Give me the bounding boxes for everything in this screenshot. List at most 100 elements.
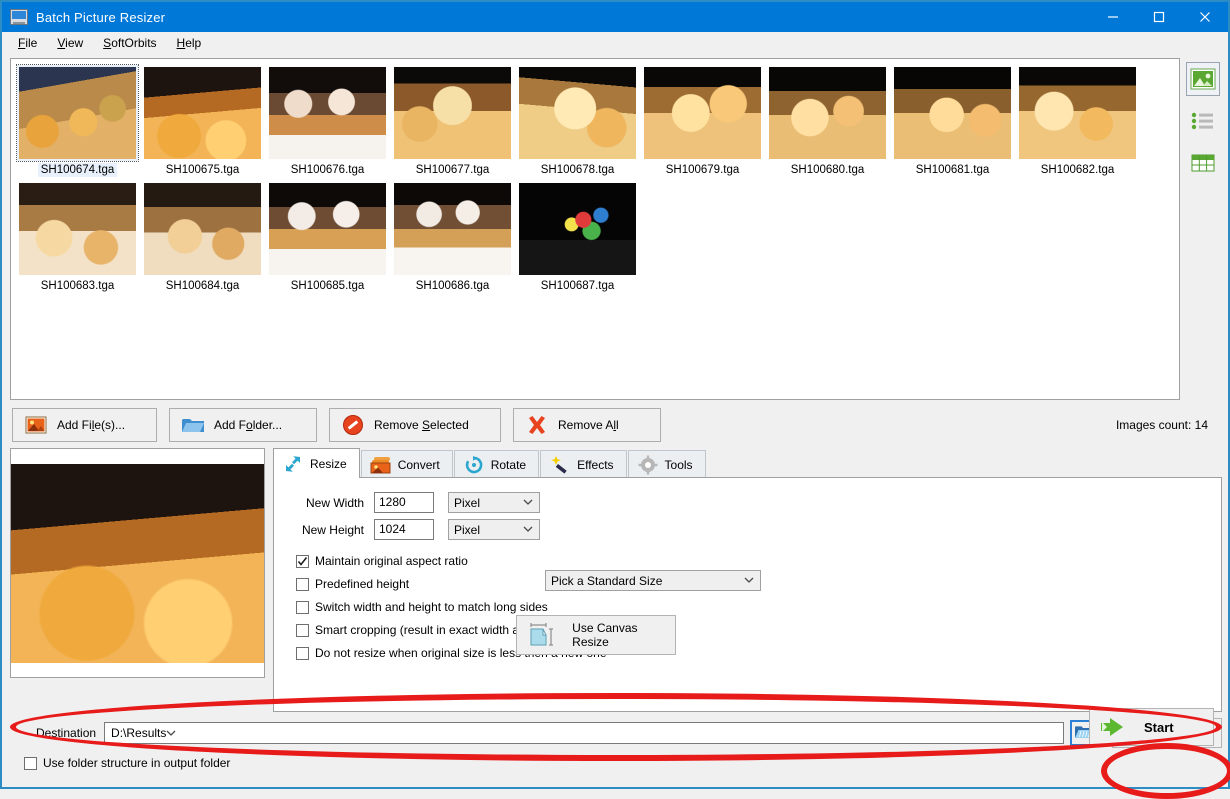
thumbnail-item[interactable]: SH100680.tga (765, 65, 890, 177)
thumbnail-label: SH100677.tga (415, 164, 490, 176)
application-window: Batch Picture Resizer File View SoftOrbi… (0, 0, 1230, 799)
tab-convert[interactable]: Convert (360, 450, 453, 478)
thumbnail-label: SH100679.tga (665, 164, 740, 176)
title-bar: Batch Picture Resizer (2, 2, 1228, 32)
thumbnail-item[interactable]: SH100678.tga (515, 65, 640, 177)
thumbnail-label: SH100685.tga (290, 280, 365, 292)
remove-selected-label: Remove Selected (374, 418, 469, 432)
tab-tools-label: Tools (664, 457, 693, 472)
checkbox-smart-cropping[interactable]: Smart cropping (result in exact width an… (296, 623, 1221, 637)
tab-effects[interactable]: Effects (540, 450, 627, 478)
thumbnail-item[interactable]: SH100676.tga (265, 65, 390, 177)
thumbnail-label: SH100687.tga (540, 280, 615, 292)
checkbox-box (296, 577, 309, 591)
preview-image (11, 463, 264, 663)
tab-effects-label: Effects (577, 457, 614, 472)
remove-selected-icon (338, 414, 368, 436)
thumbnail-item[interactable]: SH100683.tga (15, 181, 140, 293)
checkbox-switch-width-height[interactable]: Switch width and height to match long si… (296, 600, 1221, 614)
add-files-icon (21, 416, 51, 434)
chevron-down-icon (523, 520, 533, 539)
add-files-button[interactable]: Add File(s)... (12, 408, 157, 442)
new-width-row: New Width 1280 Pixel (274, 492, 1221, 513)
thumbnail-item[interactable]: SH100685.tga (265, 181, 390, 293)
magic-wand-icon (549, 455, 571, 475)
new-height-unit-select[interactable]: Pixel (448, 519, 540, 540)
new-height-row: New Height 1024 Pixel (274, 519, 1221, 540)
list-view-icon[interactable] (1186, 104, 1220, 138)
menu-item-view[interactable]: View (47, 33, 93, 53)
tab-tools[interactable]: Tools (627, 450, 706, 478)
thumbnail-view-icon[interactable] (1186, 62, 1220, 96)
tab-rotate-label: Rotate (490, 457, 527, 472)
thumbnail-label: SH100682.tga (1040, 164, 1115, 176)
new-width-label: New Width (305, 495, 364, 510)
checkbox-label: Maintain original aspect ratio (315, 554, 468, 568)
thumbnail-label: SH100681.tga (915, 164, 990, 176)
thumbnail-item[interactable]: SH100686.tga (390, 181, 515, 293)
menu-item-softorbits[interactable]: SoftOrbits (93, 33, 166, 53)
destination-value: D:\Results (111, 726, 167, 740)
window-title: Batch Picture Resizer (36, 9, 166, 25)
tab-strip: Resize Convert Rotate Effects Tools (273, 448, 1222, 478)
new-height-input[interactable]: 1024 (374, 519, 434, 540)
close-icon[interactable] (1182, 2, 1228, 32)
remove-all-label: Remove All (558, 418, 619, 432)
add-folder-button[interactable]: Add Folder... (169, 408, 317, 442)
new-width-unit-select[interactable]: Pixel (448, 492, 540, 513)
new-width-unit-value: Pixel (454, 495, 481, 510)
checkbox-box (296, 554, 309, 568)
standard-size-select[interactable]: Pick a Standard Size (545, 570, 761, 591)
checkbox-label: Predefined height (315, 577, 410, 591)
menu-item-help[interactable]: Help (167, 33, 212, 53)
view-mode-toolbar (1184, 58, 1222, 400)
thumbnail-item[interactable]: SH100682.tga (1015, 65, 1140, 177)
thumbnail-label: SH100683.tga (40, 280, 115, 292)
maximize-icon[interactable] (1136, 2, 1182, 32)
checkbox-box (296, 646, 309, 660)
thumbnail-item[interactable]: SH100674.tga (15, 64, 140, 177)
canvas-resize-icon (525, 621, 558, 649)
details-view-icon[interactable] (1186, 146, 1220, 180)
remove-selected-button[interactable]: Remove Selected (329, 408, 501, 442)
thumbnail-label: SH100680.tga (790, 164, 865, 176)
gear-tools-icon (637, 455, 659, 475)
new-height-unit-value: Pixel (454, 522, 481, 537)
checkbox-use-folder-structure[interactable]: Use folder structure in output folder (24, 756, 1222, 770)
app-resizer-icon (10, 9, 28, 25)
tab-resize-label: Resize (310, 456, 347, 471)
rotate-circular-arrow-icon (463, 455, 485, 475)
destination-label: Destination (36, 726, 97, 740)
start-button[interactable]: Start (1089, 708, 1214, 746)
tab-resize[interactable]: Resize (273, 448, 360, 478)
menu-bar: File View SoftOrbits Help (2, 32, 1228, 54)
remove-all-icon (522, 414, 552, 436)
thumbnail-label: SH100674.tga (37, 163, 118, 177)
thumbnail-item[interactable]: SH100684.tga (140, 181, 265, 293)
convert-image-icon (370, 455, 392, 475)
resize-tab-panel: New Width 1280 Pixel New Height 1024 Pix… (273, 477, 1222, 712)
thumbnail-item[interactable]: SH100677.tga (390, 65, 515, 177)
thumbnail-item[interactable]: SH100687.tga (515, 181, 640, 293)
menu-item-file[interactable]: File (8, 33, 47, 53)
checkbox-maintain-aspect-ratio[interactable]: Maintain original aspect ratio (296, 554, 1221, 568)
minimize-icon[interactable] (1090, 2, 1136, 32)
new-width-input[interactable]: 1280 (374, 492, 434, 513)
remove-all-button[interactable]: Remove All (513, 408, 661, 442)
thumbnail-list[interactable]: SH100674.tga SH100675.tga SH100676.tga S… (10, 58, 1180, 400)
window-controls (1090, 2, 1228, 32)
destination-input[interactable]: D:\Results (104, 722, 1064, 744)
thumbnail-item[interactable]: SH100675.tga (140, 65, 265, 177)
checkbox-do-not-resize-smaller[interactable]: Do not resize when original size is less… (296, 646, 1221, 660)
use-canvas-resize-label: Use Canvas Resize (572, 621, 638, 649)
chevron-down-icon (744, 571, 754, 590)
thumbnail-item[interactable]: SH100681.tga (890, 65, 1015, 177)
use-canvas-resize-button[interactable]: Use Canvas Resize (516, 615, 676, 655)
thumbnail-item[interactable]: SH100679.tga (640, 65, 765, 177)
tab-rotate[interactable]: Rotate (453, 450, 540, 478)
file-actions-toolbar: Add File(s)... Add Folder... Remove Sele… (2, 400, 1228, 448)
main-content: SH100674.tga SH100675.tga SH100676.tga S… (2, 54, 1228, 770)
image-preview (10, 448, 265, 678)
checkbox-box (296, 623, 309, 637)
add-folder-icon (178, 416, 208, 434)
